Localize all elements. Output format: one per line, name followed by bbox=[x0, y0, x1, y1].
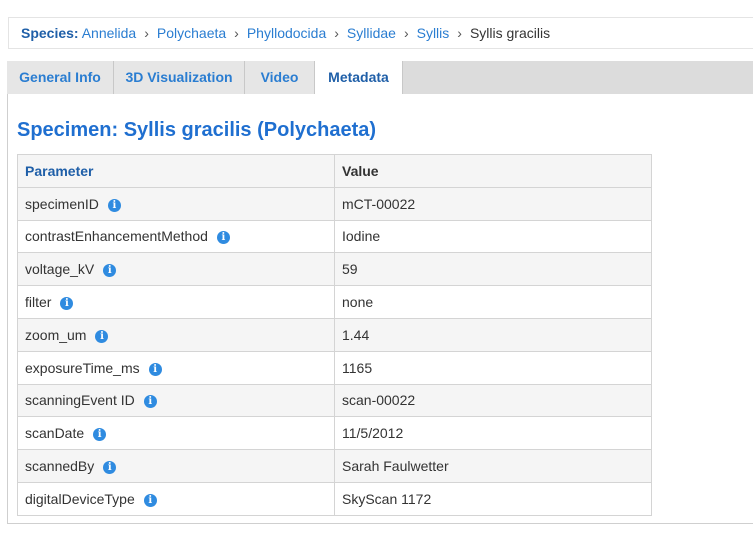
breadcrumb: Species: Annelida › Polychaeta › Phyllodocid… bbox=[8, 17, 753, 49]
breadcrumb-link-annelida[interactable]: Annelida bbox=[82, 25, 137, 41]
tab-video[interactable]: Video bbox=[245, 61, 315, 94]
table-row: digitalDeviceType i SkyScan 1172 bbox=[17, 481, 652, 516]
param-cell: scanningEvent ID i bbox=[17, 383, 335, 418]
metadata-table: Parameter Value specimenID i mCT-00022 co… bbox=[17, 154, 652, 516]
value-cell: 11/5/2012 bbox=[334, 416, 652, 451]
value-cell: 1.44 bbox=[334, 317, 652, 352]
value-cell: Sarah Faulwetter bbox=[334, 449, 652, 483]
table-row: voltage_kV i 59 bbox=[17, 252, 652, 287]
breadcrumb-link-polychaeta[interactable]: Polychaeta bbox=[157, 25, 226, 41]
param-name: voltage_kV bbox=[25, 261, 95, 278]
param-cell: scanDate i bbox=[17, 416, 335, 451]
breadcrumb-separator: › bbox=[234, 25, 239, 41]
param-name: exposureTime_ms bbox=[25, 359, 140, 376]
table-row: zoom_um i 1.44 bbox=[17, 317, 652, 352]
value-cell: mCT-00022 bbox=[334, 186, 652, 221]
breadcrumb-separator: › bbox=[403, 25, 409, 41]
value-cell: none bbox=[334, 285, 652, 319]
info-icon[interactable]: i bbox=[95, 329, 109, 343]
page-title: Specimen: Syllis gracilis (Polychaeta) bbox=[17, 119, 377, 141]
breadcrumb-separator: › bbox=[144, 25, 149, 41]
table-row: contrastEnhancementMethod i Iodine bbox=[17, 219, 652, 254]
info-icon[interactable]: i bbox=[103, 264, 117, 278]
column-header-parameter: Parameter bbox=[17, 154, 335, 188]
info-icon[interactable]: i bbox=[148, 362, 162, 376]
param-cell: exposureTime_ms i bbox=[17, 350, 335, 385]
param-cell: contrastEnhancementMethod i bbox=[17, 219, 335, 254]
param-cell: scannedBy i bbox=[17, 449, 335, 483]
info-icon[interactable]: i bbox=[93, 428, 107, 442]
value-cell: SkyScan 1172 bbox=[334, 481, 652, 516]
param-name: filter bbox=[25, 294, 52, 311]
param-cell: filter i bbox=[17, 285, 335, 319]
param-name: contrastEnhancementMethod bbox=[25, 228, 208, 245]
table-header-row: Parameter Value bbox=[17, 154, 652, 188]
info-icon[interactable]: i bbox=[60, 297, 74, 311]
info-icon[interactable]: i bbox=[143, 493, 157, 507]
tab-general-info[interactable]: General Info bbox=[7, 61, 114, 94]
tab-3d-visualization[interactable]: 3D Visualization bbox=[114, 61, 245, 94]
breadcrumb-label: Species: bbox=[21, 25, 79, 41]
breadcrumb-current: Syllis gracilis bbox=[469, 25, 551, 41]
param-name: scanningEvent ID bbox=[25, 392, 135, 409]
value-cell: 59 bbox=[334, 252, 652, 287]
param-cell: specimenID i bbox=[17, 186, 335, 221]
tab-metadata[interactable]: Metadata bbox=[315, 61, 403, 94]
table-row: specimenID i mCT-00022 bbox=[17, 186, 652, 221]
param-cell: digitalDeviceType i bbox=[17, 481, 335, 516]
value-cell: scan-00022 bbox=[334, 383, 652, 418]
table-row: scanningEvent ID i scan-00022 bbox=[17, 383, 652, 418]
info-icon[interactable]: i bbox=[216, 231, 230, 245]
param-name: digitalDeviceType bbox=[25, 490, 135, 507]
table-row: filter i none bbox=[17, 285, 652, 319]
breadcrumb-separator: › bbox=[334, 25, 339, 41]
table-row: scannedBy i Sarah Faulwetter bbox=[17, 449, 652, 483]
table-row: exposureTime_ms i 1165 bbox=[17, 350, 652, 385]
param-name: zoom_um bbox=[25, 326, 87, 343]
param-cell: voltage_kV i bbox=[17, 252, 335, 287]
value-cell: Iodine bbox=[334, 219, 652, 254]
breadcrumb-separator: › bbox=[457, 25, 462, 41]
breadcrumb-link-syllidae[interactable]: Syllidae bbox=[347, 25, 396, 41]
column-header-value: Value bbox=[334, 154, 652, 188]
info-icon[interactable]: i bbox=[143, 395, 157, 409]
param-name: specimenID bbox=[25, 195, 99, 212]
tab-bar: General Info 3D Visualization Video Meta… bbox=[7, 61, 753, 94]
info-icon[interactable]: i bbox=[107, 198, 121, 212]
value-cell: 1165 bbox=[334, 350, 652, 385]
param-cell: zoom_um i bbox=[17, 317, 335, 352]
param-name: scanDate bbox=[25, 425, 85, 442]
table-row: scanDate i 11/5/2012 bbox=[17, 416, 652, 451]
info-icon[interactable]: i bbox=[103, 461, 117, 475]
param-name: scannedBy bbox=[25, 458, 95, 475]
breadcrumb-link-phyllodocida[interactable]: Phyllodocida bbox=[247, 25, 326, 41]
metadata-panel: Specimen: Syllis gracilis (Polychaeta) P… bbox=[7, 94, 753, 524]
breadcrumb-link-syllis[interactable]: Syllis bbox=[417, 25, 450, 41]
